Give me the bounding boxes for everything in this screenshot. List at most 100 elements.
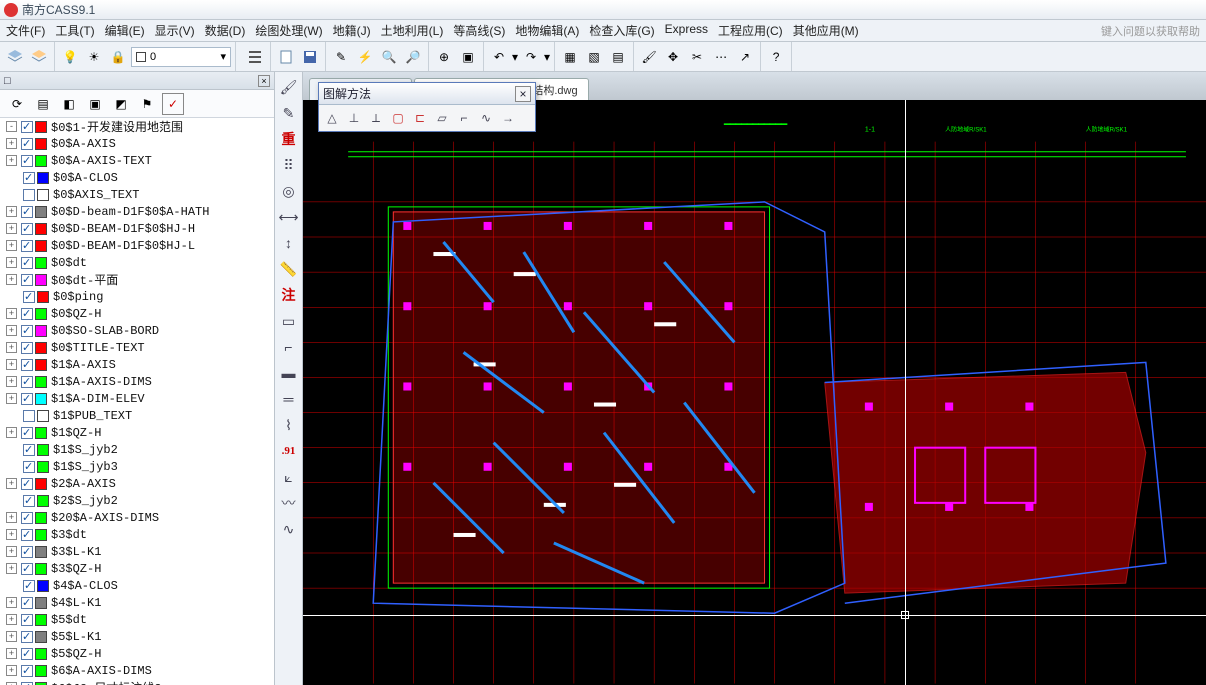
menu-item[interactable]: 地籍(J): [333, 22, 371, 39]
layer-row[interactable]: $0$A-CLOS: [0, 169, 274, 186]
layer-visibility-checkbox[interactable]: [23, 444, 35, 456]
layer-color-swatch[interactable]: [37, 495, 49, 507]
panel-close-icon[interactable]: ×: [258, 75, 270, 87]
layer-visibility-checkbox[interactable]: [21, 665, 33, 677]
dialog-titlebar[interactable]: 图解方法 ×: [319, 83, 535, 105]
tree-expand-icon[interactable]: +: [6, 563, 17, 574]
panel-header[interactable]: □ ×: [0, 72, 274, 90]
layer-color-swatch[interactable]: [37, 291, 49, 303]
layer-visibility-checkbox[interactable]: [23, 172, 35, 184]
tool1-icon[interactable]: ▧: [583, 46, 605, 68]
tree-expand-icon[interactable]: +: [6, 427, 17, 438]
bulb-icon[interactable]: 💡: [59, 46, 81, 68]
layer-visibility-checkbox[interactable]: [21, 376, 33, 388]
layer-visibility-checkbox[interactable]: [21, 682, 33, 685]
layer-row[interactable]: +$0$QZ-H: [0, 305, 274, 322]
layer-row[interactable]: +$0$D-beam-D1F$0$A-HATH: [0, 203, 274, 220]
help-hint[interactable]: 键入问题以获取帮助: [1101, 23, 1200, 39]
grid-icon[interactable]: ▦: [559, 46, 581, 68]
layer-visibility-checkbox[interactable]: [23, 495, 35, 507]
vtool-paint-icon[interactable]: 🖌: [278, 76, 300, 98]
layers-icon[interactable]: [4, 46, 26, 68]
dash-icon[interactable]: ⋯: [710, 46, 732, 68]
layer-row[interactable]: +$1$A-DIM-ELEV: [0, 390, 274, 407]
tree-expand-icon[interactable]: +: [6, 393, 17, 404]
layer-row[interactable]: $1$PUB_TEXT: [0, 407, 274, 424]
layer-row[interactable]: -$0$1-开发建设用地范围: [0, 118, 274, 135]
menu-item[interactable]: 文件(F): [6, 22, 45, 39]
layer-row[interactable]: +$1$A-AXIS-DIMS: [0, 373, 274, 390]
vtool-hrect-icon[interactable]: ▬: [278, 362, 300, 384]
layer-visibility-checkbox[interactable]: [21, 631, 33, 643]
arrow-icon[interactable]: ↗: [734, 46, 756, 68]
menu-item[interactable]: 等高线(S): [453, 22, 505, 39]
layer-color-swatch[interactable]: [35, 563, 47, 575]
layer-visibility-checkbox[interactable]: [21, 223, 33, 235]
layer-row[interactable]: +$2$A-AXIS: [0, 475, 274, 492]
filter-icon[interactable]: ▤: [32, 93, 54, 115]
layers2-icon[interactable]: [28, 46, 50, 68]
tree-expand-icon[interactable]: +: [6, 648, 17, 659]
refresh-icon[interactable]: ⟳: [6, 93, 28, 115]
layer-color-swatch[interactable]: [35, 155, 47, 167]
vtool-wave-icon[interactable]: 〰: [278, 492, 300, 514]
layer-row[interactable]: $2$S_jyb2: [0, 492, 274, 509]
hatch-method-dialog[interactable]: 图解方法 × △ ⊥ ⟂ ▢ ⊏ ▱ ⌐ ∿ →: [318, 82, 536, 132]
hatch-sq2-icon[interactable]: ⊏: [411, 109, 429, 127]
layer-visibility-checkbox[interactable]: [21, 121, 33, 133]
layer-color-swatch[interactable]: [35, 512, 47, 524]
layer-visibility-checkbox[interactable]: [21, 529, 33, 541]
layer-row[interactable]: $4$A-CLOS: [0, 577, 274, 594]
hatch-arrow-icon[interactable]: →: [499, 109, 517, 127]
layer-row[interactable]: +$0$D-BEAM-D1F$0$HJ-H: [0, 220, 274, 237]
layer-visibility-checkbox[interactable]: [21, 648, 33, 660]
layer-visibility-checkbox[interactable]: [23, 410, 35, 422]
layer-color-swatch[interactable]: [35, 546, 47, 558]
layer-visibility-checkbox[interactable]: [21, 257, 33, 269]
lock-icon[interactable]: 🔒: [107, 46, 129, 68]
vtool-ruler-icon[interactable]: 📏: [278, 258, 300, 280]
tree-expand-icon[interactable]: +: [6, 546, 17, 557]
layer-color-swatch[interactable]: [35, 121, 47, 133]
layer-row[interactable]: +$3$dt: [0, 526, 274, 543]
layer-color-swatch[interactable]: [35, 257, 47, 269]
layer-color-swatch[interactable]: [35, 478, 47, 490]
layer-tree[interactable]: -$0$1-开发建设用地范围+$0$A-AXIS+$0$A-AXIS-TEXT$…: [0, 118, 274, 685]
layer-visibility-checkbox[interactable]: [21, 512, 33, 524]
layer-visibility-checkbox[interactable]: [21, 274, 33, 286]
tree-expand-icon[interactable]: +: [6, 138, 17, 149]
layer-row[interactable]: +$6$JG-尺寸标注线3: [0, 679, 274, 685]
undo-icon[interactable]: ↶: [488, 46, 510, 68]
vtool-zhu[interactable]: 注: [278, 284, 300, 306]
tree-expand-icon[interactable]: -: [6, 121, 17, 132]
tree-expand-icon[interactable]: +: [6, 665, 17, 676]
layer-color-swatch[interactable]: [35, 648, 47, 660]
brush-icon[interactable]: 🖌: [638, 46, 660, 68]
tree-expand-icon[interactable]: +: [6, 206, 17, 217]
menu-item[interactable]: 检查入库(G): [589, 22, 654, 39]
layer-color-swatch[interactable]: [35, 240, 47, 252]
layer-visibility-checkbox[interactable]: [21, 597, 33, 609]
layer-visibility-checkbox[interactable]: [21, 206, 33, 218]
vtool-grid-icon[interactable]: ⠿: [278, 154, 300, 176]
vtool-bracket-icon[interactable]: ⌐: [278, 336, 300, 358]
vtool-angle-icon[interactable]: ⟀: [278, 466, 300, 488]
layer-color-swatch[interactable]: [35, 682, 47, 685]
layer-color-swatch[interactable]: [35, 359, 47, 371]
tree-expand-icon[interactable]: +: [6, 631, 17, 642]
drawing-viewport[interactable]: ─────────── ─────────── 1-1 人防地域R/SK1 人防…: [303, 100, 1206, 685]
menu-item[interactable]: 工具(T): [55, 22, 94, 39]
layer-color-swatch[interactable]: [35, 376, 47, 388]
layer-visibility-checkbox[interactable]: [23, 291, 35, 303]
vtool-circle-icon[interactable]: ◎: [278, 180, 300, 202]
zoom-in-icon[interactable]: 🔍: [378, 46, 400, 68]
help-icon[interactable]: ?: [765, 46, 787, 68]
target-icon[interactable]: ⊕: [433, 46, 455, 68]
layer-visibility-checkbox[interactable]: [21, 563, 33, 575]
layer-row[interactable]: +$5$L-K1: [0, 628, 274, 645]
menu-item[interactable]: 土地利用(L): [381, 22, 444, 39]
hatch-line1-icon[interactable]: ⊥: [345, 109, 363, 127]
tree-expand-icon[interactable]: +: [6, 155, 17, 166]
layer-color-swatch[interactable]: [35, 614, 47, 626]
layer-row[interactable]: +$3$L-K1: [0, 543, 274, 560]
